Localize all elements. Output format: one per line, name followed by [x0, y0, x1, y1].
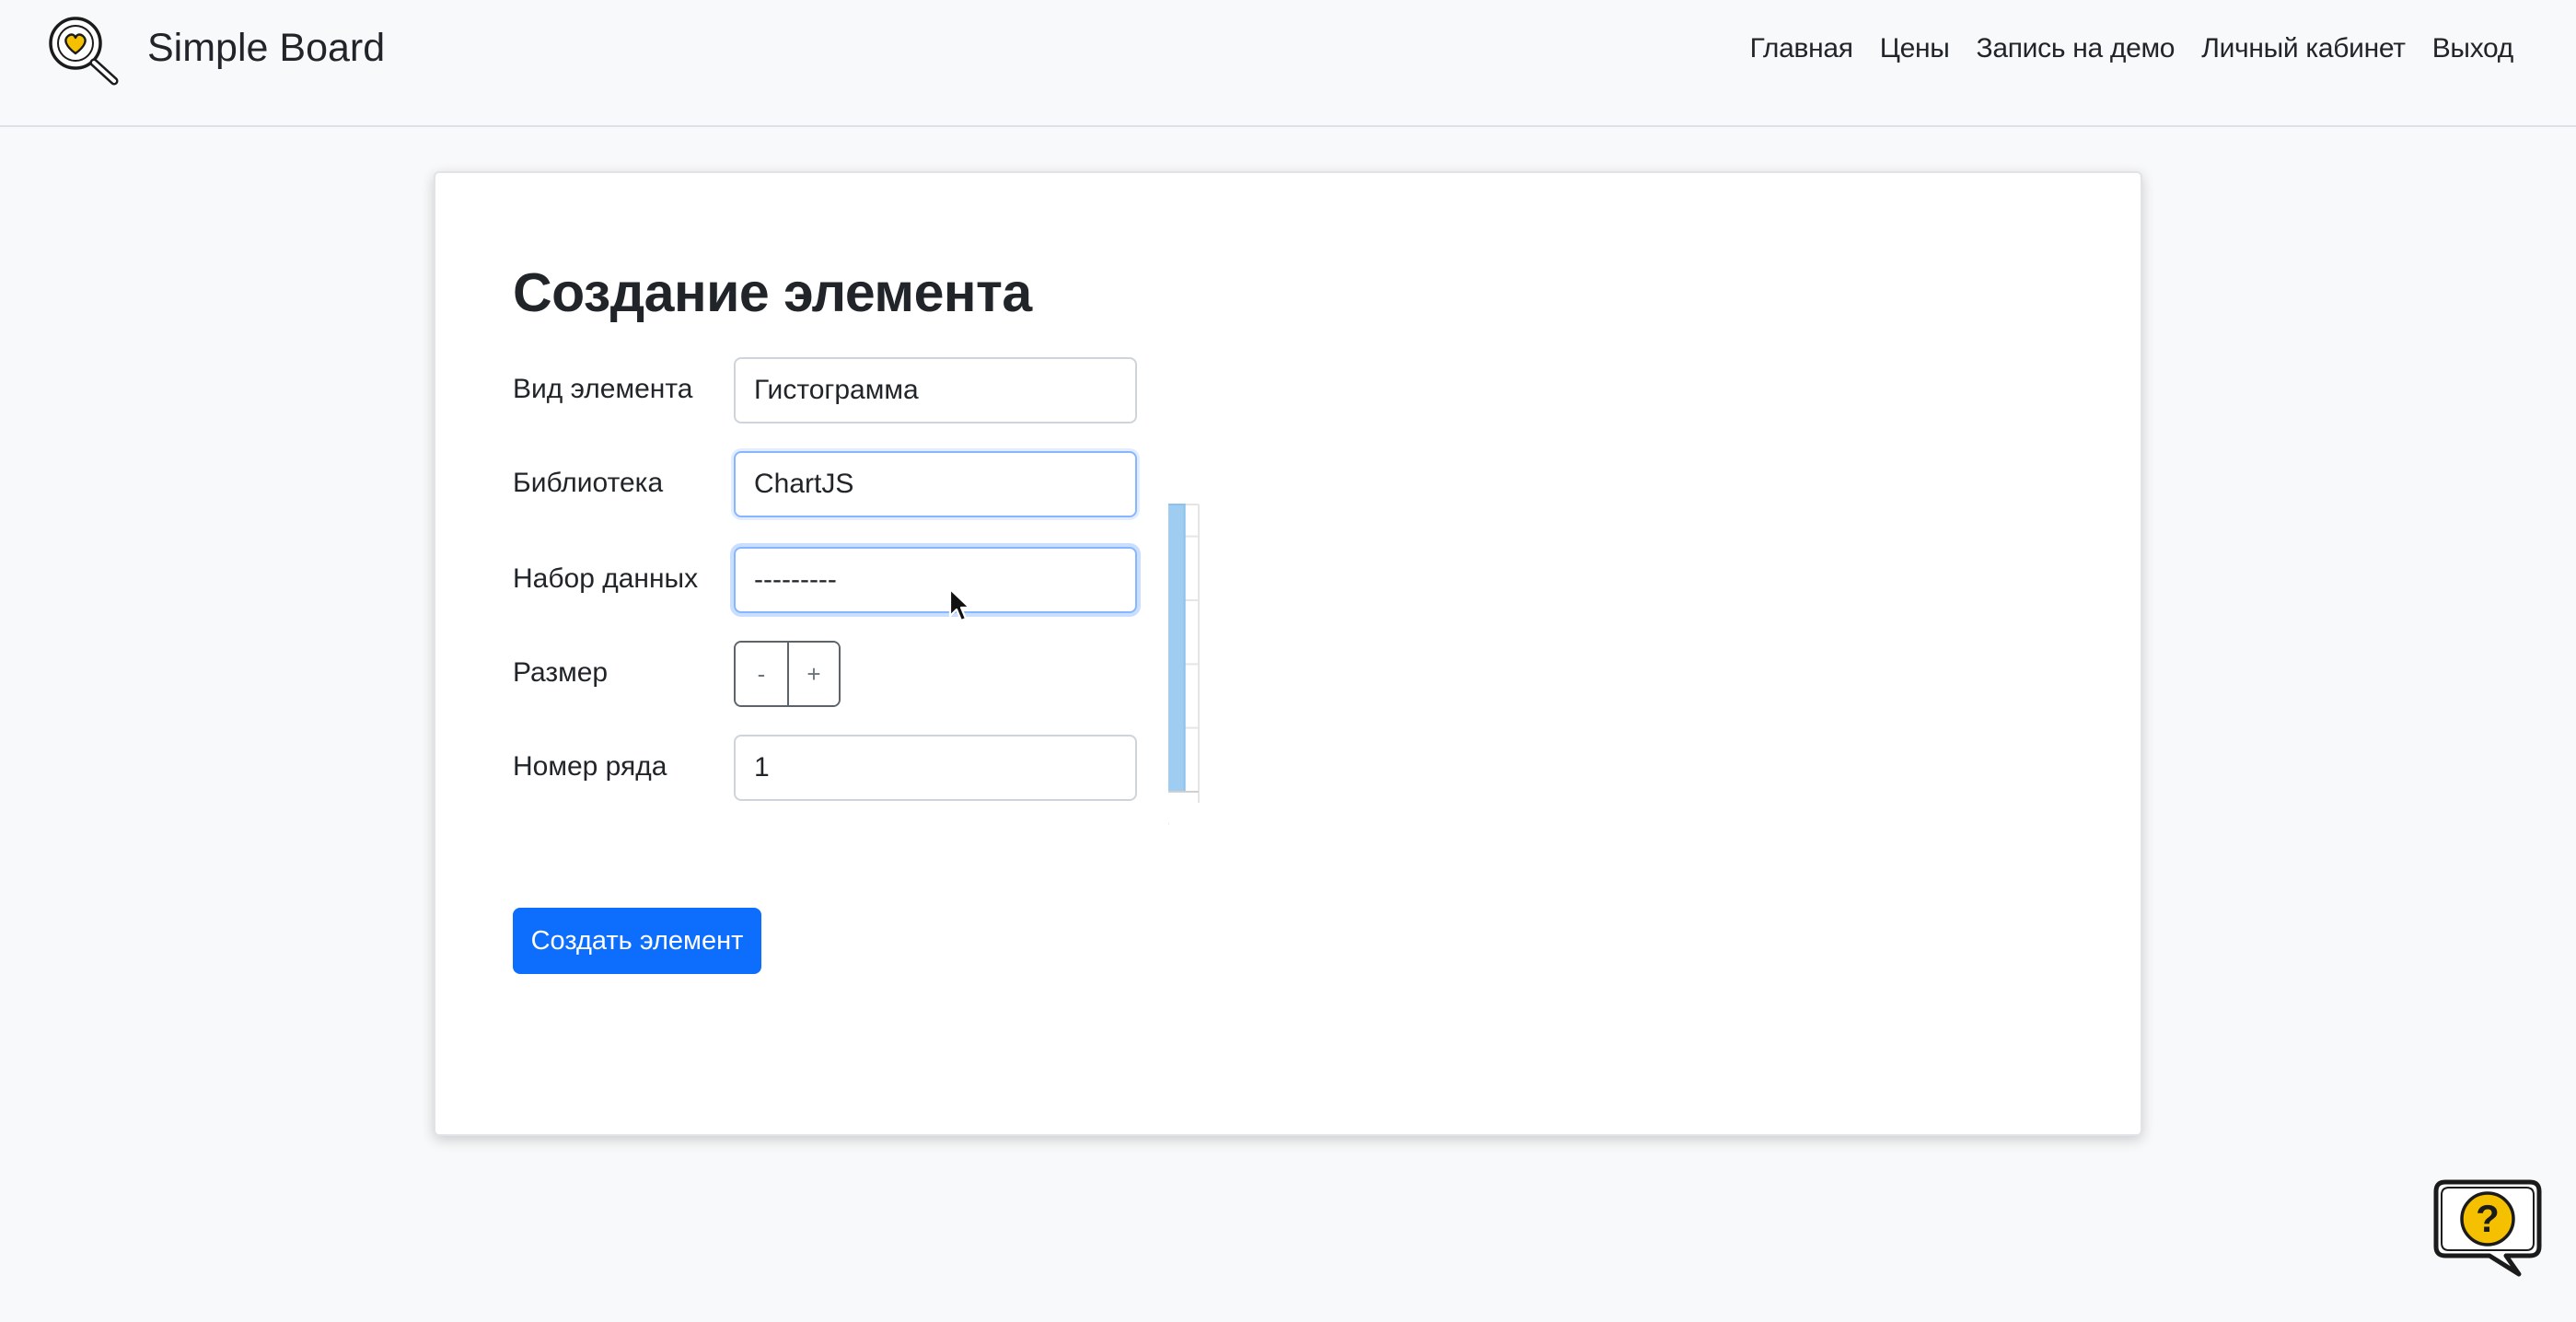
size-label: Размер — [513, 657, 609, 688]
x-tick-label: July — [1168, 816, 1169, 841]
size-stepper: - + — [734, 641, 841, 707]
brand-name[interactable]: Simple Board — [147, 26, 385, 71]
bar-july — [1168, 504, 1186, 793]
nav-links: Главная Цены Запись на демо Личный кабин… — [1723, 33, 2514, 64]
size-increase-button[interactable]: + — [787, 643, 839, 705]
nav-link-account[interactable]: Личный кабинет — [2201, 33, 2406, 64]
library-select[interactable] — [734, 451, 1137, 517]
row-number-input[interactable] — [734, 735, 1137, 801]
dataset-select[interactable] — [734, 547, 1137, 613]
mouse-cursor-icon — [948, 587, 971, 622]
size-decrease-button[interactable]: - — [736, 643, 787, 705]
nav-link-home[interactable]: Главная — [1750, 33, 1853, 64]
navbar: Simple Board Главная Цены Запись на демо… — [0, 0, 2576, 127]
nav-link-pricing[interactable]: Цены — [1880, 33, 1950, 64]
row-number-label: Номер ряда — [513, 751, 667, 782]
help-question-bubble-icon[interactable]: ? — [2431, 1177, 2545, 1280]
element-type-select[interactable] — [734, 357, 1137, 423]
page-title: Создание элемента — [513, 262, 1032, 323]
create-element-button[interactable]: Создать элемент — [513, 908, 761, 974]
nav-link-demo[interactable]: Запись на демо — [1977, 33, 2176, 64]
nav-link-logout[interactable]: Выход — [2432, 33, 2514, 64]
library-label: Библиотека — [513, 468, 664, 498]
bar-chart-preview: 020406080JanuaryFebruaryMarchAprilMayJun… — [1168, 504, 1200, 841]
create-element-card: Создание элемента Вид элемента Библиотек… — [434, 171, 2142, 1136]
magnifier-heart-icon[interactable] — [44, 13, 123, 88]
dataset-label: Набор данных — [513, 563, 699, 594]
element-type-label: Вид элемента — [513, 374, 693, 404]
help-mark: ? — [2476, 1197, 2500, 1240]
